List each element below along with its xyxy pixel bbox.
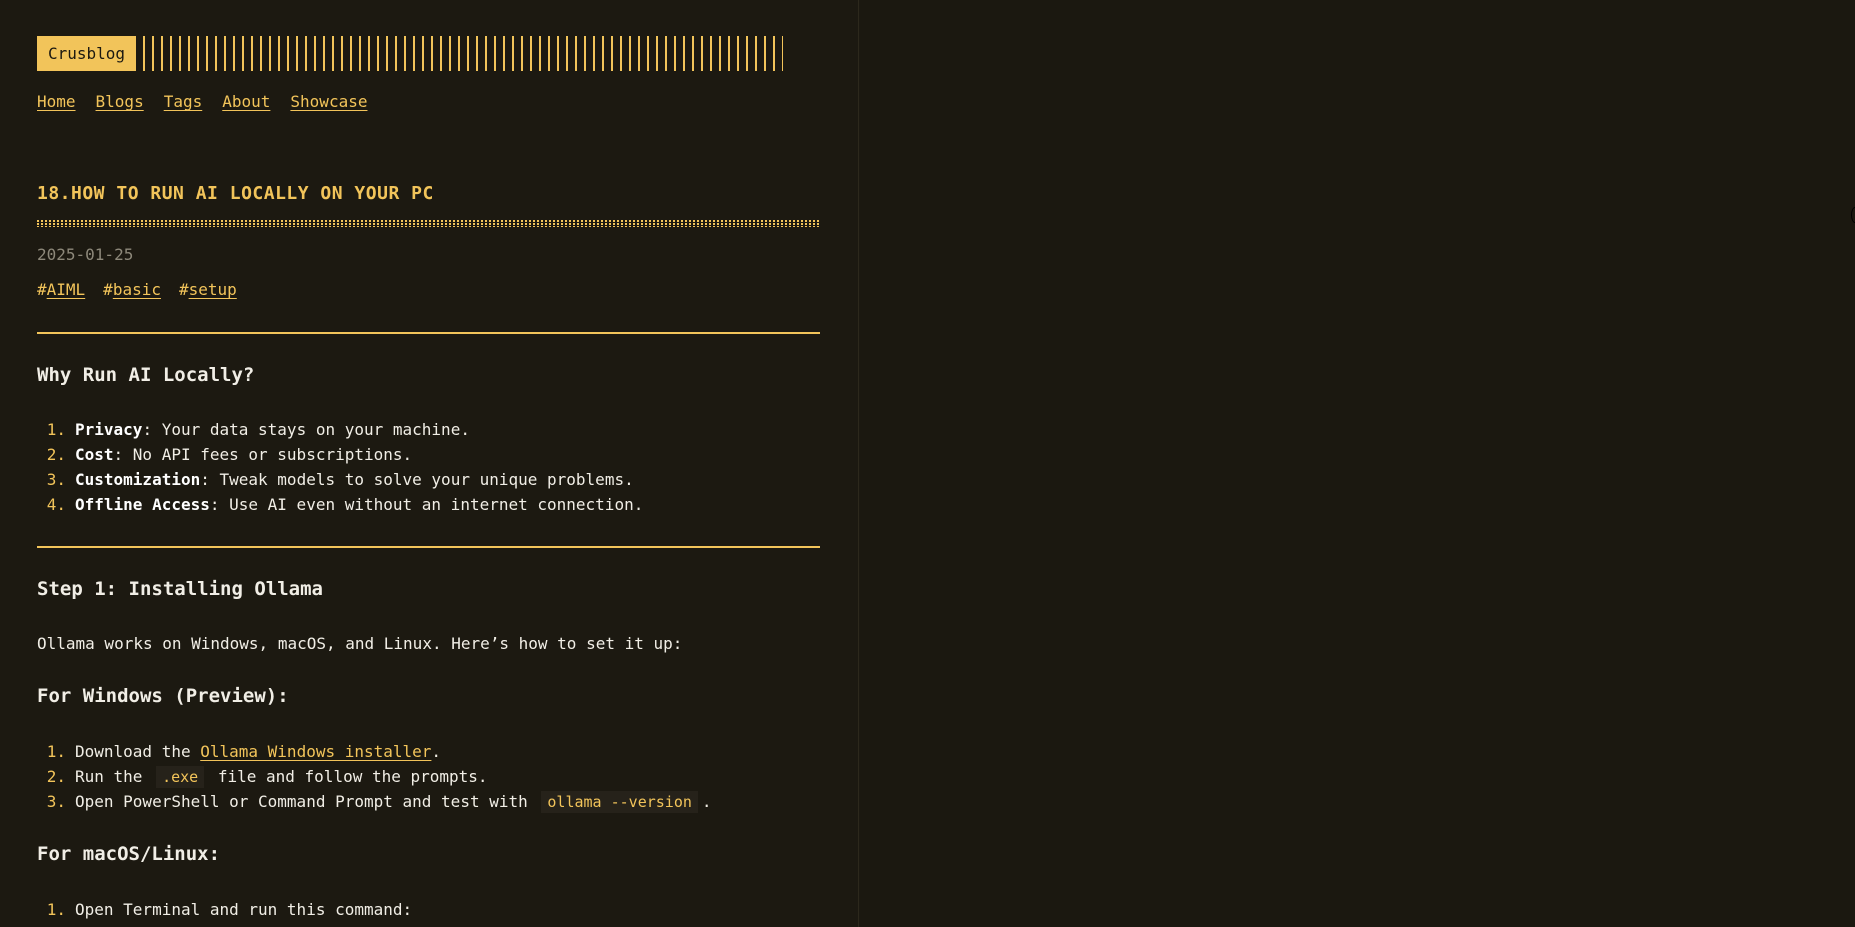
subheading-mac-linux: For macOS/Linux: [37,843,221,865]
nav-home[interactable]: Home [37,92,76,111]
list-item-text: Open PowerShell or Command Prompt and te… [75,792,528,811]
page: Crusblog Home Blogs Tags About Showcase … [0,0,1855,927]
inline-code: ollama --version [541,791,698,813]
post-date: 2025-01-25 [37,245,134,264]
list-item: 1. Open Terminal and run this command: [37,897,412,922]
section-heading-why: Why Run AI Locally? [37,364,255,386]
list-item: 3. Open PowerShell or Command Prompt and … [37,789,712,814]
section-heading-step1: Step 1: Installing Ollama [37,578,323,600]
tag-list: #AIML #basic #setup [37,280,237,299]
list-item-text: file and follow the prompts. [217,767,488,786]
list-number: 4. [46,495,66,514]
list-item-bold: Privacy [75,420,143,439]
list-item-bold: Cost [75,445,114,464]
site-header: Crusblog [37,36,820,71]
title-divider [37,220,820,227]
tag-hash: # [103,280,113,299]
main-nav: Home Blogs Tags About Showcase [37,92,367,111]
list-item: 3. Customization: Tweak models to solve y… [37,467,643,492]
list-item-bold: Customization [75,470,201,489]
list-item: 2. Run the .exe file and follow the promp… [37,764,712,789]
nav-showcase[interactable]: Showcase [290,92,367,111]
tag-label[interactable]: basic [113,280,161,299]
post-title: 18.HOW TO RUN AI LOCALLY ON YOUR PC [37,183,434,204]
section-divider [37,332,820,334]
list-number: 3. [46,792,66,811]
section-divider [37,546,820,548]
list-item-text: Run the [75,767,143,786]
brand-bars-decoration [143,36,784,71]
list-item: 4. Offline Access: Use AI even without an… [37,492,644,517]
list-item-text: . [701,792,712,811]
list-item: 1. Privacy: Your data stays on your machi… [37,417,643,442]
list-number: 2. [46,445,66,464]
tag-label[interactable]: setup [189,280,237,299]
right-pane [860,0,1855,927]
list-item-text: : No API fees or subscriptions. [113,445,413,464]
inline-code: .exe [156,766,205,788]
windows-list: 1. Download the Ollama Windows installer.… [37,739,712,814]
list-number: 1. [46,900,66,919]
brand-logo[interactable]: Crusblog [37,36,137,71]
tag-setup[interactable]: #setup [179,280,237,299]
why-list: 1. Privacy: Your data stays on your machi… [37,417,644,517]
list-item: 2. Cost: No API fees or subscriptions. [37,442,643,467]
tag-label[interactable]: AIML [47,280,86,299]
tag-hash: # [178,280,189,299]
list-item-text: : Your data stays on your machine. [142,420,470,439]
list-number: 1. [46,742,66,761]
tag-basic[interactable]: #basic [103,280,161,299]
list-number: 3. [46,470,66,489]
list-number: 1. [46,420,66,439]
tag-aiml[interactable]: #AIML [37,280,85,299]
nav-tags[interactable]: Tags [164,92,203,111]
list-item-text: : Tweak models to solve your unique prob… [200,470,634,489]
tag-hash: # [37,280,47,299]
list-item-text: Open Terminal and run this command: [75,900,413,919]
ollama-windows-installer-link[interactable]: Ollama Windows installer [200,742,431,761]
subheading-windows: For Windows (Preview): [37,685,289,707]
list-item-text: . [431,742,442,761]
step1-intro: Ollama works on Windows, macOS, and Linu… [37,634,683,653]
edge-handle[interactable] [1851,207,1855,223]
list-item: 1. Download the Ollama Windows installer. [37,739,712,764]
list-item-bold: Offline Access [75,495,210,514]
list-number: 2. [46,767,66,786]
nav-about[interactable]: About [222,92,270,111]
mac-linux-list: 1. Open Terminal and run this command: [37,897,412,922]
list-item-text: : Use AI even without an internet connec… [209,495,644,514]
nav-blogs[interactable]: Blogs [96,92,144,111]
content-column: Crusblog Home Blogs Tags About Showcase … [0,0,859,927]
list-item-text: Download the [75,742,201,761]
